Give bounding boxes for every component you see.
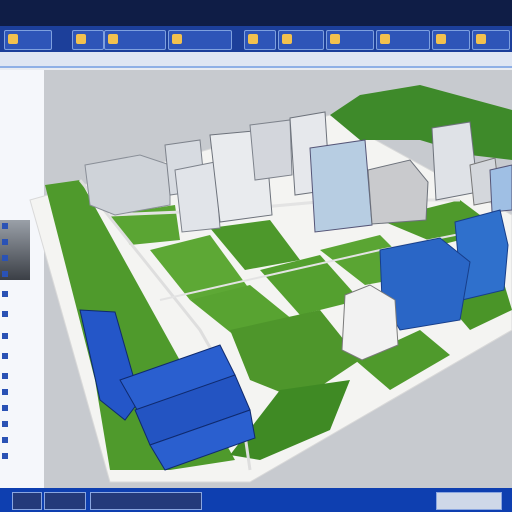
layer-swatch-icon	[2, 373, 8, 379]
layer-swatch-icon	[2, 223, 8, 229]
sidebar-row[interactable]	[2, 388, 42, 396]
layer-swatch-icon	[2, 239, 8, 245]
taskbar-button[interactable]	[44, 492, 86, 510]
sidebar-row[interactable]	[2, 404, 42, 412]
layer-swatch-icon	[2, 453, 8, 459]
sidebar-row[interactable]	[2, 372, 42, 380]
layer-swatch-icon	[2, 405, 8, 411]
city-planner-window	[0, 0, 512, 512]
taskbar-button[interactable]	[90, 492, 202, 510]
sidebar-row[interactable]	[2, 420, 42, 428]
city-scene	[29, 70, 512, 488]
taskbar-button[interactable]	[12, 492, 42, 510]
layer-swatch-icon	[2, 255, 8, 261]
layer-swatch-icon	[2, 291, 8, 297]
layer-swatch-icon	[2, 311, 8, 317]
taskbar-preview-button[interactable]	[436, 492, 502, 510]
sidebar-row[interactable]	[2, 254, 42, 262]
sidebar-row[interactable]	[2, 452, 42, 460]
sidebar-row[interactable]	[2, 332, 42, 340]
layer-swatch-icon	[2, 333, 8, 339]
sidebar-row[interactable]	[2, 270, 42, 278]
layer-swatch-icon	[2, 271, 8, 277]
layer-swatch-icon	[2, 353, 8, 359]
sidebar-row[interactable]	[2, 352, 42, 360]
sidebar-row[interactable]	[2, 310, 42, 318]
layer-swatch-icon	[2, 437, 8, 443]
layer-swatch-icon	[2, 389, 8, 395]
layer-swatch-icon	[2, 421, 8, 427]
sidebar-row[interactable]	[2, 238, 42, 246]
sidebar-row[interactable]	[2, 222, 42, 230]
sidebar-row[interactable]	[2, 436, 42, 444]
sidebar-row[interactable]	[2, 290, 42, 298]
